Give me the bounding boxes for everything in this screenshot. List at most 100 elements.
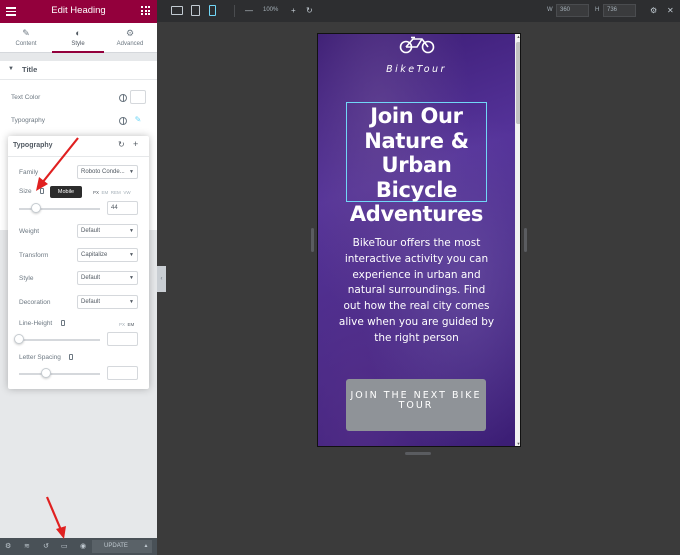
font-weight-value: Default (81, 228, 101, 234)
font-family-select[interactable]: Roboto Conde... ▼ (77, 165, 138, 179)
responsive-mode-icon[interactable]: ▭ (61, 542, 68, 550)
size-units[interactable]: PX EM REM VW (93, 190, 131, 195)
annotation-arrow-bottom (45, 496, 66, 539)
tab-advanced-label: Advanced (116, 41, 144, 47)
line-height-label: Line-Height (19, 320, 53, 327)
font-style-select[interactable]: Default ▼ (77, 271, 138, 285)
panel-tabs: ✎ Content ◐ Style ⚙ Advanced (0, 23, 157, 53)
global-typography-icon[interactable] (119, 117, 127, 125)
tab-content[interactable]: ✎ Content (0, 23, 52, 53)
add-icon[interactable]: + (133, 139, 138, 149)
width-input[interactable]: 360 (556, 4, 589, 17)
mobile-device-icon[interactable] (69, 354, 73, 360)
line-height-slider-thumb[interactable] (14, 334, 24, 344)
tab-advanced[interactable]: ⚙ Advanced (104, 23, 156, 53)
decoration-label: Decoration (19, 299, 51, 306)
unit-em[interactable]: EM (102, 190, 109, 195)
bicycle-logo-icon (399, 36, 435, 54)
size-input[interactable]: 44 (107, 201, 138, 215)
line-height-slider-track[interactable] (19, 339, 100, 341)
navigator-icon[interactable]: ≋ (24, 542, 30, 550)
brand-name: BikeTour (386, 64, 447, 75)
tab-style-label: Style (71, 41, 85, 47)
height-input[interactable]: 736 (603, 4, 636, 17)
typography-label: Typography (11, 117, 45, 124)
zoom-in-icon[interactable]: + (291, 6, 296, 15)
letter-spacing-input[interactable] (107, 366, 138, 380)
settings-icon[interactable]: ⚙ (5, 542, 11, 550)
mobile-preview: BikeTour Join Our Nature & Urban Bicycle… (317, 33, 521, 447)
scroll-down-icon[interactable]: ▼ (516, 441, 520, 446)
join-tour-button[interactable]: JOIN THE NEXT BIKE TOUR (346, 379, 486, 431)
panel-title: Edit Heading (51, 5, 106, 16)
hero-heading[interactable]: Join Our Nature & Urban Bicycle Adventur… (344, 104, 489, 227)
letter-spacing-slider-thumb[interactable] (41, 368, 51, 378)
unit-px[interactable]: PX (93, 190, 99, 195)
font-family-value: Roboto Conde... (81, 169, 125, 175)
text-color-label: Text Color (11, 94, 41, 101)
chevron-down-icon: ▼ (129, 169, 134, 175)
size-slider-thumb[interactable] (31, 203, 41, 213)
half-circle-icon: ◐ (75, 28, 81, 38)
section-title-label: Title (22, 65, 38, 74)
global-colors-icon[interactable] (119, 94, 127, 102)
font-weight-select[interactable]: Default ▼ (77, 224, 138, 238)
chevron-down-icon: ▼ (129, 275, 134, 281)
gear-icon: ⚙ (125, 28, 135, 38)
scrollbar-thumb[interactable] (516, 42, 520, 124)
text-transform-value: Capitalize (81, 252, 108, 258)
responsive-toolbar: — 100% + ↻ W 360 H 736 ⚙ ✕ (157, 0, 680, 22)
line-height-units[interactable]: PX EM (119, 322, 134, 327)
edit-typography-icon[interactable]: ✎ (130, 113, 146, 127)
section-title-toggle[interactable]: ▼ Title (0, 61, 157, 79)
unit-em[interactable]: EM (128, 322, 135, 327)
line-height-input[interactable] (107, 332, 138, 346)
toolbar-divider (234, 5, 235, 17)
resize-handle-bottom[interactable] (405, 452, 431, 455)
update-options-button[interactable]: ▲ (140, 540, 152, 553)
editor-panel: Edit Heading ✎ Content ◐ Style ⚙ Advance… (0, 0, 157, 555)
resize-handle-right[interactable] (524, 228, 527, 252)
zoom-out-icon[interactable]: — (245, 6, 253, 15)
text-transform-select[interactable]: Capitalize ▼ (77, 248, 138, 262)
letter-spacing-slider-track[interactable] (19, 373, 100, 375)
widgets-grid-icon[interactable] (141, 6, 150, 15)
preview-scrollbar[interactable]: ▲ ▼ (515, 34, 520, 446)
text-decoration-select[interactable]: Default ▼ (77, 295, 138, 309)
unit-rem[interactable]: REM (111, 190, 121, 195)
collapse-panel-handle[interactable]: ‹ (157, 266, 166, 292)
tab-content-label: Content (15, 41, 37, 47)
history-icon[interactable]: ↺ (43, 542, 49, 550)
mobile-device-button[interactable] (209, 5, 216, 16)
font-style-value: Default (81, 275, 101, 281)
unit-vw[interactable]: VW (123, 190, 130, 195)
close-icon[interactable]: ✕ (667, 6, 674, 15)
hero-description[interactable]: BikeTour offers the most interactive act… (338, 236, 495, 347)
resize-handle-left[interactable] (311, 228, 314, 252)
tablet-device-icon[interactable] (191, 5, 200, 16)
annotation-arrow-top (36, 137, 79, 191)
scroll-up-icon[interactable]: ▲ (516, 34, 520, 40)
panel-footer: ⚙ ≋ ↺ ▭ ◉ UPDATE ▲ (0, 538, 157, 555)
update-button[interactable]: UPDATE (92, 540, 140, 553)
pencil-icon: ✎ (22, 28, 30, 38)
letter-spacing-label: Letter Spacing (19, 354, 61, 361)
settings-gear-icon[interactable]: ⚙ (650, 6, 657, 15)
width-label: W (547, 7, 553, 13)
mobile-device-icon[interactable] (61, 320, 65, 326)
chevron-down-icon: ▼ (129, 228, 134, 234)
panel-header: Edit Heading (0, 0, 157, 23)
preview-eye-icon[interactable]: ◉ (80, 542, 86, 550)
reset-icon[interactable]: ↻ (118, 140, 125, 149)
desktop-device-icon[interactable] (171, 6, 183, 15)
text-decoration-value: Default (81, 299, 101, 305)
style-label: Style (19, 275, 34, 282)
text-color-swatch[interactable] (130, 90, 146, 104)
weight-label: Weight (19, 228, 40, 235)
transform-label: Transform (19, 252, 49, 259)
height-label: H (595, 7, 600, 13)
reset-zoom-icon[interactable]: ↻ (306, 6, 313, 15)
tab-style[interactable]: ◐ Style (52, 23, 104, 53)
unit-px[interactable]: PX (119, 322, 125, 327)
chevron-down-icon: ▼ (129, 299, 134, 305)
